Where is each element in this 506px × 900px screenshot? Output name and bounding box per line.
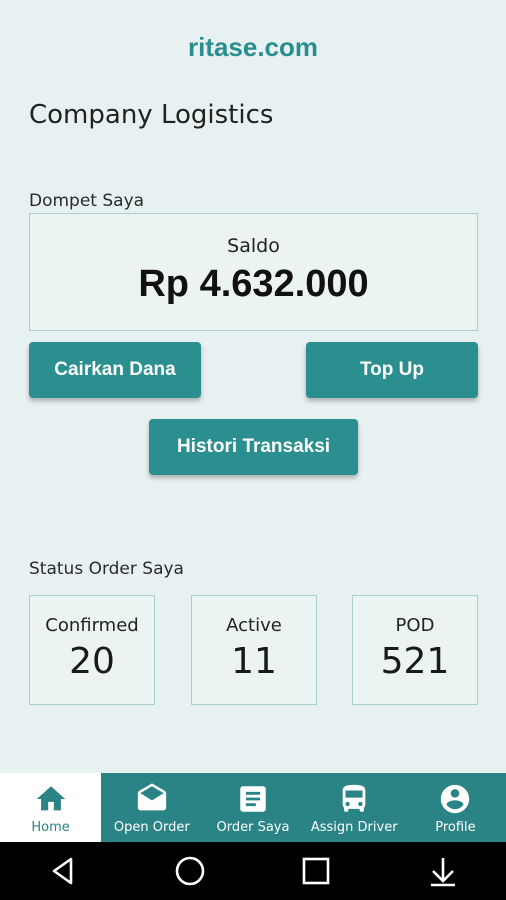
brand-title: ritase.com	[187, 32, 319, 62]
nav-label: Open Order	[113, 820, 190, 835]
recents-icon[interactable]	[298, 853, 334, 889]
download-icon[interactable]	[425, 853, 461, 889]
status-confirmed-card[interactable]: Confirmed 20	[29, 595, 155, 705]
withdraw-button[interactable]: Cairkan Dana	[29, 342, 201, 398]
nav-item-assign-driver[interactable]: Assign Driver	[304, 773, 405, 842]
wallet-section-label: Dompet Saya	[29, 191, 145, 211]
account-circle-icon	[441, 784, 470, 814]
status-label: POD	[395, 615, 435, 636]
envelope-open-icon	[137, 783, 166, 811]
wallet-card: Saldo Rp 4.632.000	[29, 213, 478, 331]
status-active-card[interactable]: Active 11	[191, 595, 317, 705]
saldo-label: Saldo	[227, 235, 280, 257]
document-icon	[240, 786, 266, 812]
nav-label: Profile	[435, 820, 476, 835]
nav-item-profile[interactable]: Profile	[405, 773, 506, 842]
bus-icon	[342, 784, 366, 812]
home-circle-icon[interactable]	[172, 853, 208, 889]
back-icon[interactable]	[45, 853, 81, 889]
company-name: Company Logistics	[29, 100, 274, 130]
topup-button[interactable]: Top Up	[306, 342, 478, 398]
status-label: Active	[226, 615, 282, 636]
nav-label: Order Saya	[216, 820, 290, 835]
home-icon	[36, 786, 65, 811]
saldo-value: Rp 4.632.000	[138, 263, 369, 305]
nav-item-home[interactable]: Home	[0, 773, 102, 842]
status-count: 20	[69, 641, 115, 682]
status-count: 11	[231, 641, 277, 682]
nav-item-order-saya[interactable]: Order Saya	[202, 773, 303, 842]
status-label: Confirmed	[45, 615, 139, 636]
status-count: 521	[380, 641, 450, 682]
system-navigation-bar	[0, 842, 506, 900]
nav-label: Assign Driver	[310, 820, 398, 835]
bottom-navigation: Home Open Order Order Saya Assign Driver…	[0, 773, 506, 842]
status-pod-card[interactable]: POD 521	[352, 595, 478, 705]
nav-label: Home	[31, 820, 70, 835]
transaction-history-button[interactable]: Histori Transaksi	[149, 419, 358, 475]
order-status-section-label: Status Order Saya	[29, 559, 184, 579]
nav-item-open-order[interactable]: Open Order	[101, 773, 202, 842]
